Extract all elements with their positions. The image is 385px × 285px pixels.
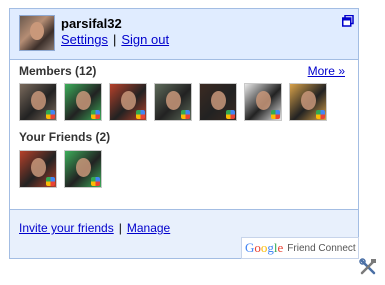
more-members-link[interactable]: More » [308, 64, 345, 78]
friend-connect-gadget: parsifal32 Settings | Sign out Members (12… [9, 8, 359, 259]
google-logo: Google [245, 240, 284, 255]
google-badge-icon [46, 177, 55, 186]
member-thumb[interactable] [199, 83, 237, 121]
friend-photo-icon [76, 158, 91, 177]
friend-photo-icon [31, 158, 46, 177]
google-badge-icon [46, 110, 55, 119]
google-badge-icon [226, 110, 235, 119]
member-photo-icon [256, 91, 271, 110]
footer-links: Invite your friends | Manage [19, 221, 170, 235]
member-photo-icon [31, 91, 46, 110]
friend-thumb[interactable] [19, 150, 57, 188]
member-thumb[interactable] [154, 83, 192, 121]
invite-friends-link[interactable]: Invite your friends [19, 221, 114, 235]
member-thumb[interactable] [64, 83, 102, 121]
link-separator: | [112, 32, 117, 47]
member-photo-icon [211, 91, 226, 110]
member-photo-icon [301, 91, 316, 110]
avatar-face [30, 22, 44, 40]
google-badge-icon [181, 110, 190, 119]
friend-thumb[interactable] [64, 150, 102, 188]
friend-connect-label: Friend Connect [287, 242, 356, 254]
tools-icon[interactable] [359, 258, 377, 276]
friends-title: Your Friends (2) [19, 130, 111, 144]
member-thumb[interactable] [19, 83, 57, 121]
members-thumbnails [19, 83, 327, 121]
sign-out-link[interactable]: Sign out [121, 32, 169, 47]
member-photo-icon [121, 91, 136, 110]
google-badge-icon [271, 110, 280, 119]
member-thumb[interactable] [244, 83, 282, 121]
member-thumb[interactable] [109, 83, 147, 121]
google-badge-icon [136, 110, 145, 119]
footer-separator: | [118, 221, 122, 235]
google-badge-icon [91, 177, 100, 186]
popout-icon[interactable] [342, 15, 354, 27]
google-badge-icon [91, 110, 100, 119]
user-links: Settings | Sign out [61, 32, 169, 47]
friends-thumbnails [19, 150, 102, 188]
member-photo-icon [166, 91, 181, 110]
member-photo-icon [76, 91, 91, 110]
settings-link[interactable]: Settings [61, 32, 108, 47]
user-header: parsifal32 Settings | Sign out [10, 9, 358, 60]
manage-link[interactable]: Manage [127, 221, 170, 235]
member-thumb[interactable] [289, 83, 327, 121]
google-badge-icon [316, 110, 325, 119]
google-friend-connect-badge[interactable]: Google Friend Connect [241, 237, 359, 259]
members-title: Members (12) [19, 64, 97, 78]
username: parsifal32 [61, 16, 122, 31]
avatar[interactable] [19, 15, 55, 51]
